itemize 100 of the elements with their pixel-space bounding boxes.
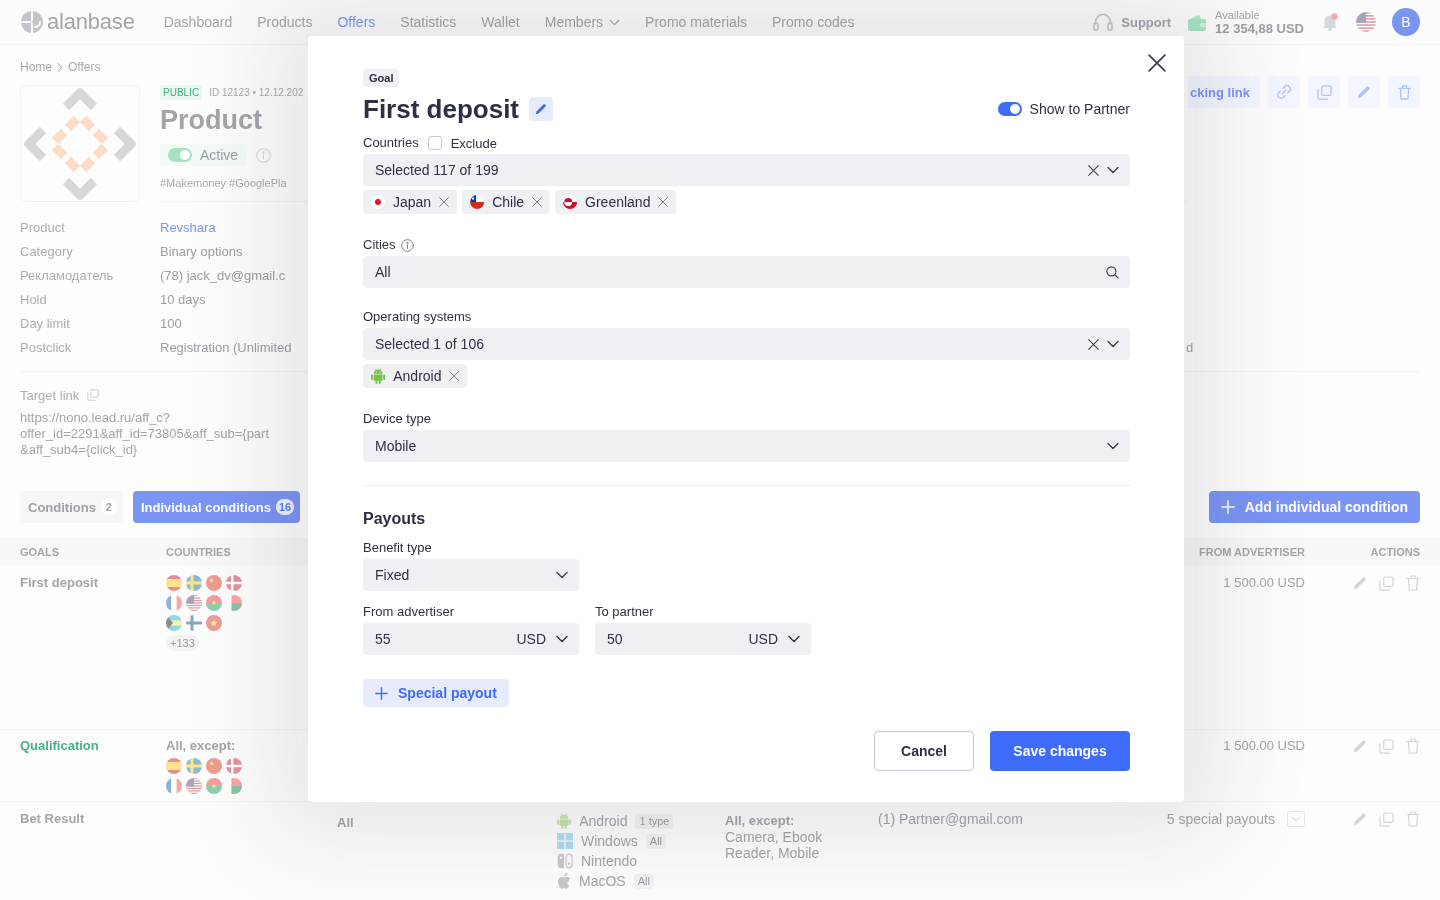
count-badge: 16	[275, 499, 295, 515]
nav-link[interactable]: Promo materials	[645, 14, 747, 30]
chevron-down-icon	[556, 571, 568, 579]
detail-link[interactable]: Revshara	[160, 219, 216, 235]
conditions-tab[interactable]: Individual conditions 16	[132, 491, 301, 523]
detail-value: (78) jack_dv@gmail.c	[160, 267, 286, 283]
cities-search-field[interactable]: All	[363, 256, 1130, 288]
field-label: Benefit type	[363, 540, 432, 556]
nav-link[interactable]: Members	[544, 14, 621, 30]
edit-button[interactable]	[1348, 76, 1380, 108]
status-label: Active	[200, 147, 239, 163]
tracking-link-button[interactable]: cking link	[1188, 76, 1260, 108]
copy-icon[interactable]	[1379, 811, 1394, 827]
field-label: Cities	[363, 237, 396, 253]
bell-icon[interactable]	[1322, 13, 1338, 31]
country-name: Chile	[492, 194, 525, 210]
breadcrumb-link[interactable]: Offers	[68, 60, 101, 74]
duplicate-button[interactable]	[1308, 76, 1340, 108]
android-icon	[371, 368, 386, 384]
device-type-select[interactable]: Mobile	[363, 430, 1130, 462]
expand-button[interactable]	[1287, 811, 1305, 827]
os-note: 1 type	[635, 813, 674, 829]
payout-amount: 1 500.00 USD	[1223, 575, 1305, 591]
special-payout-button[interactable]: Special payout	[363, 679, 509, 707]
nav-link[interactable]: Dashboard	[163, 14, 233, 30]
denmark-flag-icon	[226, 758, 242, 774]
country-name: Greenland	[585, 194, 651, 210]
link-button[interactable]	[1268, 76, 1300, 108]
cancel-button[interactable]: Cancel	[874, 731, 974, 771]
add-condition-button[interactable]: Add individual condition	[1208, 491, 1420, 523]
detail-label: Day limit	[20, 315, 70, 331]
countries-select[interactable]: Selected 117 of 199	[363, 154, 1130, 186]
support-link[interactable]: Support	[1093, 13, 1172, 31]
finland-flag-icon	[186, 615, 202, 631]
field-label: Device type	[363, 411, 431, 427]
currency-select[interactable]: USD	[516, 631, 568, 647]
user-avatar[interactable]: B	[1392, 8, 1420, 36]
advertiser-amount-field[interactable]: 55 USD	[363, 623, 579, 655]
copy-icon[interactable]	[1379, 575, 1394, 591]
search-icon	[1106, 265, 1119, 279]
nav-link[interactable]: Statistics	[400, 14, 457, 30]
show-to-partner-toggle[interactable]	[997, 102, 1022, 116]
gamepad-icon	[557, 853, 573, 869]
chevron-down-icon	[1107, 442, 1119, 450]
nav-link[interactable]: Wallet	[481, 14, 520, 30]
logo-text: alanbase	[47, 9, 135, 35]
benefit-type-select[interactable]: Fixed	[363, 559, 579, 591]
partner-amount-field[interactable]: 50 USD	[595, 623, 811, 655]
remove-icon[interactable]	[532, 197, 543, 207]
exclude-checkbox[interactable]	[427, 136, 442, 150]
status-toggle[interactable]	[168, 148, 192, 162]
edit-title-button[interactable]	[529, 97, 553, 121]
conditions-tab[interactable]: Conditions 2	[20, 491, 123, 523]
goal-name: Bet Result	[20, 811, 85, 827]
breadcrumb-link[interactable]: Home	[20, 60, 52, 74]
column-header: ACTIONS	[1370, 545, 1420, 558]
delete-button[interactable]	[1388, 76, 1420, 108]
close-icon[interactable]	[1148, 54, 1166, 72]
chile-flag-icon	[470, 195, 485, 209]
copy-icon[interactable]	[1379, 738, 1394, 754]
visibility-tag: PUBLIC	[160, 84, 203, 100]
clear-icon[interactable]	[1088, 164, 1099, 176]
save-button[interactable]: Save changes	[990, 731, 1130, 771]
france-flag-icon	[166, 595, 182, 611]
goal-name: Qualification	[20, 738, 99, 754]
vietnam-flag-icon	[206, 615, 222, 631]
remove-icon[interactable]	[449, 371, 460, 381]
sweden-flag-icon	[186, 575, 202, 591]
currency-select[interactable]: USD	[748, 631, 800, 647]
trash-icon[interactable]	[1406, 811, 1420, 827]
us-flag-icon[interactable]	[1356, 12, 1376, 32]
os-name: Windows	[581, 833, 638, 849]
countries-heading: All, except:	[166, 738, 236, 754]
remove-icon[interactable]	[658, 197, 669, 207]
chevron-down-icon	[1107, 340, 1119, 348]
china-flag-icon	[206, 758, 222, 774]
nav-link[interactable]: Offers	[337, 14, 376, 30]
trash-icon[interactable]	[1406, 738, 1420, 754]
copy-icon[interactable]	[87, 389, 100, 401]
remove-icon[interactable]	[439, 197, 450, 207]
denmark-flag-icon	[226, 575, 242, 591]
nav-link[interactable]: Products	[257, 14, 313, 30]
os-note: All	[633, 873, 654, 889]
detail-label: Рекламодатель	[20, 267, 114, 283]
section-title: Payouts	[363, 509, 426, 529]
nav-link[interactable]: Promo codes	[772, 14, 855, 30]
us-flag-icon	[186, 595, 202, 611]
pencil-icon[interactable]	[1353, 739, 1367, 753]
os-select[interactable]: Selected 1 of 106	[363, 328, 1130, 360]
pencil-icon[interactable]	[1353, 812, 1367, 826]
sweden-flag-icon	[186, 758, 202, 774]
detail-label: Hold	[20, 291, 47, 307]
trash-icon[interactable]	[1406, 575, 1420, 591]
pencil-icon[interactable]	[1353, 576, 1367, 590]
field-label: From advertiser	[363, 604, 455, 620]
devices-text: Camera, Ebook Reader, Mobile	[725, 829, 824, 861]
field-label: Operating systems	[363, 309, 472, 325]
clear-icon[interactable]	[1088, 338, 1099, 350]
android-icon	[557, 813, 572, 829]
os-name: MacOS	[579, 873, 626, 889]
